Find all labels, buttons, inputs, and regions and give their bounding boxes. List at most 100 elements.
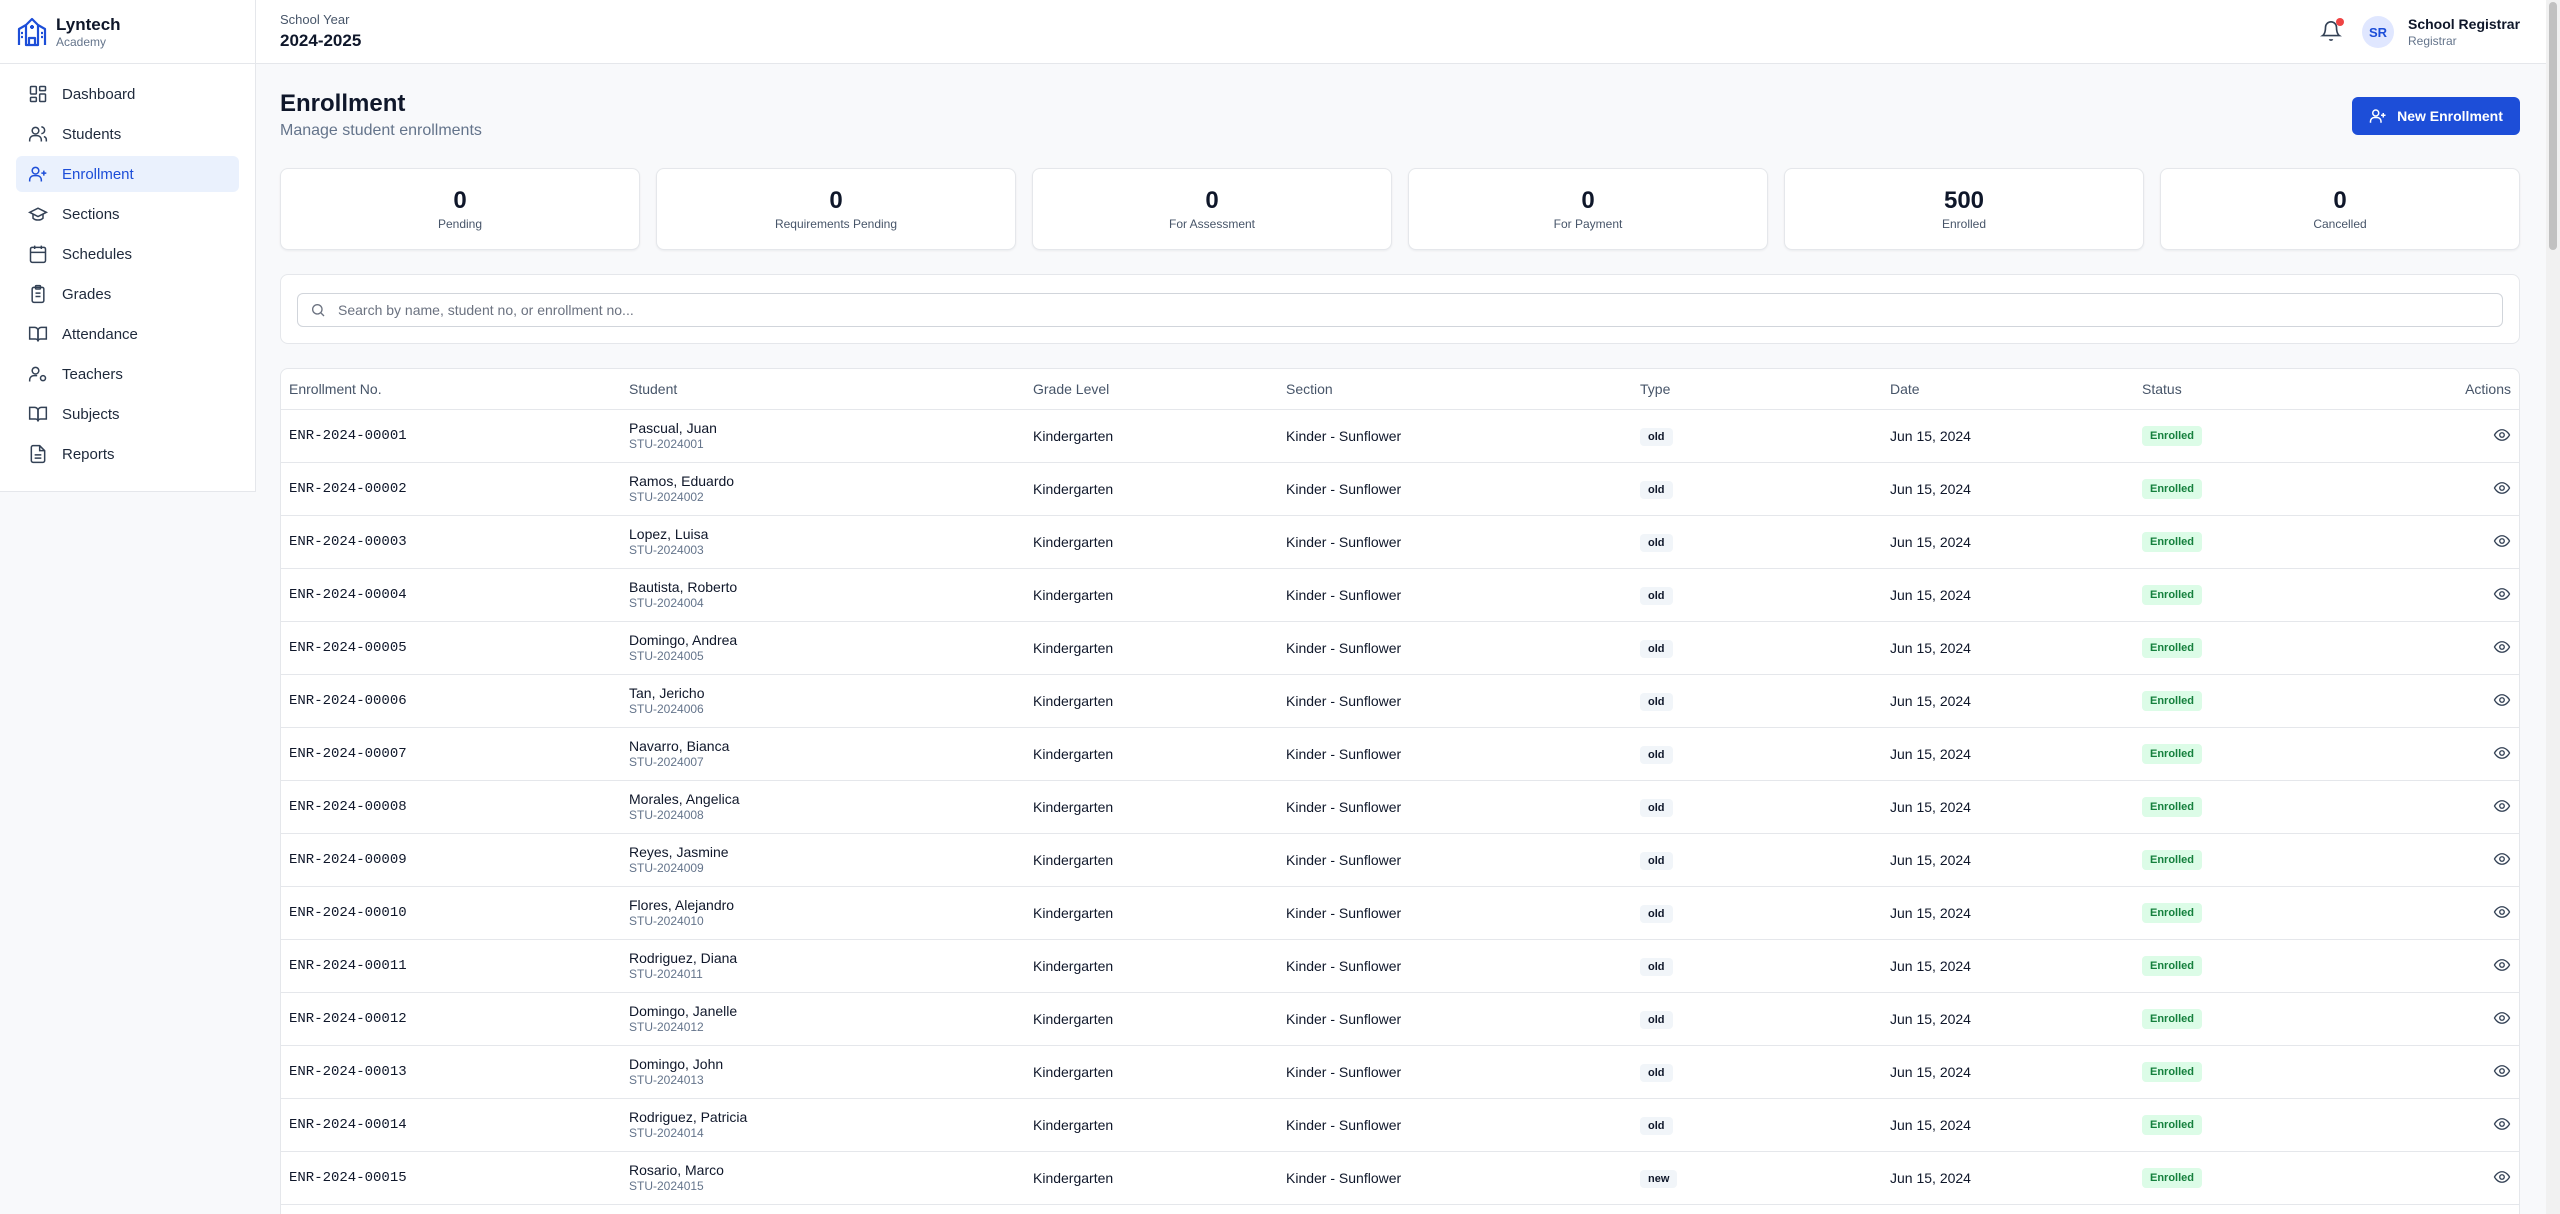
stat-card-cancelled[interactable]: 0 Cancelled (2160, 168, 2520, 250)
view-button[interactable] (2493, 744, 2511, 765)
sidebar-item-enrollment[interactable]: Enrollment (16, 156, 239, 192)
table-row[interactable]: ENR-2024-00002 Ramos, Eduardo STU-2024002 K… (281, 463, 2519, 516)
view-button[interactable] (2493, 479, 2511, 500)
status-badge: Enrolled (2142, 1009, 2203, 1029)
column-header-enrollment-no[interactable]: Enrollment No. (289, 381, 382, 397)
view-button[interactable] (2493, 903, 2511, 924)
book-open-icon (28, 326, 48, 342)
type-badge: old (1640, 745, 1673, 764)
page-scrollbar[interactable] (2546, 0, 2560, 1214)
enrollment-date: Jun 15, 2024 (1890, 905, 1971, 921)
table-row[interactable]: ENR-2024-00010 Flores, Alejandro STU-20240… (281, 887, 2519, 940)
brand-subtitle: Academy (56, 34, 107, 49)
view-button[interactable] (2493, 532, 2511, 553)
stat-card-pending[interactable]: 0 Pending (280, 168, 640, 250)
table-row[interactable]: ENR-2024-00004 Bautista, Roberto STU-20240… (281, 569, 2519, 622)
table-row[interactable]: ENR-2024-00003 Lopez, Luisa STU-2024003 Kin… (281, 516, 2519, 569)
section-name: Kinder - Sunflower (1286, 852, 1402, 868)
column-header-date[interactable]: Date (1890, 381, 1920, 397)
table-header: Enrollment No. Student Grade Level Secti… (281, 369, 2519, 410)
sidebar-item-grades[interactable]: Grades (16, 276, 239, 312)
status-badge: Enrolled (2142, 956, 2203, 976)
page-subtitle: Manage student enrollments (280, 122, 482, 139)
stat-card-enrolled[interactable]: 500 Enrolled (1784, 168, 2144, 250)
section-name: Kinder - Sunflower (1286, 1117, 1402, 1133)
column-header-grade-level[interactable]: Grade Level (1033, 381, 1109, 397)
top-header: School Year 2024-2025 SR School Registra… (256, 0, 2546, 64)
student-cell: Flores, Alejandro STU-2024010 (629, 897, 734, 929)
enrollment-date: Jun 15, 2024 (1890, 481, 1971, 497)
column-header-student[interactable]: Student (629, 381, 677, 397)
view-button[interactable] (2493, 1009, 2511, 1030)
table-row[interactable]: ENR-2024-00011 Rodriguez, Diana STU-202401… (281, 940, 2519, 993)
eye-icon (2493, 693, 2511, 706)
column-header-status[interactable]: Status (2142, 381, 2182, 397)
search-input[interactable] (338, 302, 2502, 318)
scrollbar-thumb[interactable] (2549, 2, 2557, 250)
table-row[interactable]: ENR-2024-00015 Rosario, Marco STU-2024015 K… (281, 1152, 2519, 1205)
sidebar-item-students[interactable]: Students (16, 116, 239, 152)
view-button[interactable] (2493, 797, 2511, 818)
type-badge: old (1640, 1116, 1673, 1135)
view-button[interactable] (2493, 585, 2511, 606)
student-id: STU-2024001 (629, 437, 704, 451)
view-button[interactable] (2493, 1168, 2511, 1189)
search-box[interactable] (297, 293, 2503, 327)
table-row[interactable]: ENR-2024-00012 Domingo, Janelle STU-202401… (281, 993, 2519, 1046)
status-cell: Enrolled (2142, 1168, 2203, 1188)
sidebar-item-label: Grades (62, 285, 112, 303)
table-row[interactable]: ENR-2024-00008 Morales, Angelica STU-20240… (281, 781, 2519, 834)
grade-level: Kindergarten (1033, 587, 1114, 603)
sidebar-item-sections[interactable]: Sections (16, 196, 239, 232)
table-row[interactable]: ENR-2024-00007 Navarro, Bianca STU-2024007… (281, 728, 2519, 781)
view-button[interactable] (2493, 850, 2511, 871)
sidebar-item-schedules[interactable]: Schedules (16, 236, 239, 272)
sidebar-item-subjects[interactable]: Subjects (16, 396, 239, 432)
column-header-type[interactable]: Type (1640, 381, 1670, 397)
table-row[interactable]: ENR-2024-00009 Reyes, Jasmine STU-2024009 K… (281, 834, 2519, 887)
sidebar-item-teachers[interactable]: Teachers (16, 356, 239, 392)
view-button[interactable] (2493, 638, 2511, 659)
sidebar-item-reports[interactable]: Reports (16, 436, 239, 472)
type-cell: old (1640, 480, 1673, 499)
sidebar-item-label: Sections (62, 205, 120, 223)
view-button[interactable] (2493, 691, 2511, 712)
sidebar-item-label: Subjects (62, 405, 120, 423)
type-cell: old (1640, 904, 1673, 923)
type-cell: old (1640, 798, 1673, 817)
view-button[interactable] (2493, 956, 2511, 977)
grade-level: Kindergarten (1033, 693, 1114, 709)
view-button[interactable] (2493, 1062, 2511, 1083)
grade-level: Kindergarten (1033, 852, 1114, 868)
stat-card-requirements-pending[interactable]: 0 Requirements Pending (656, 168, 1016, 250)
type-cell: old (1640, 533, 1673, 552)
user-name[interactable]: School Registrar (2408, 16, 2520, 32)
table-row[interactable]: ENR-2024-00014 Rodriguez, Patricia STU-202… (281, 1099, 2519, 1152)
student-id: STU-2024011 (629, 967, 703, 981)
student-name: Tan, Jericho (629, 685, 705, 701)
section-name: Kinder - Sunflower (1286, 905, 1402, 921)
stat-card-for-assessment[interactable]: 0 For Assessment (1032, 168, 1392, 250)
student-id: STU-2024005 (629, 649, 704, 663)
stat-value: 500 (1943, 187, 1985, 214)
sidebar-item-dashboard[interactable]: Dashboard (16, 76, 239, 112)
brand[interactable]: Lyntech Academy (0, 0, 255, 64)
table-row[interactable]: ENR-2024-00006 Tan, Jericho STU-2024006 Kin… (281, 675, 2519, 728)
avatar[interactable]: SR (2362, 16, 2394, 48)
grade-level: Kindergarten (1033, 534, 1114, 550)
status-cell: Enrolled (2142, 1009, 2203, 1029)
new-enrollment-button[interactable]: New Enrollment (2352, 97, 2520, 135)
stat-card-for-payment[interactable]: 0 For Payment (1408, 168, 1768, 250)
table-row[interactable]: ENR-2024-00013 Domingo, John STU-2024013 Ki… (281, 1046, 2519, 1099)
eye-icon (2493, 746, 2511, 759)
eye-icon (2493, 1170, 2511, 1183)
eye-icon (2493, 640, 2511, 653)
table-row[interactable]: ENR-2024-00001 Pascual, Juan STU-2024001 Ki… (281, 410, 2519, 463)
school-year-value[interactable]: 2024-2025 (280, 31, 361, 51)
column-header-section[interactable]: Section (1286, 381, 1333, 397)
table-row[interactable]: ENR-2024-00005 Domingo, Andrea STU-2024005… (281, 622, 2519, 675)
eye-icon (2493, 852, 2511, 865)
view-button[interactable] (2493, 1115, 2511, 1136)
sidebar-item-attendance[interactable]: Attendance (16, 316, 239, 352)
view-button[interactable] (2493, 426, 2511, 447)
